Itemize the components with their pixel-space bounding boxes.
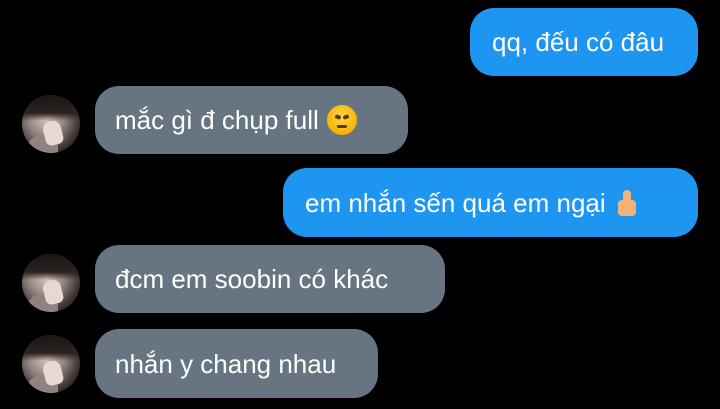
contact-avatar[interactable]: [22, 95, 80, 153]
avatar-hair-shape: [22, 335, 80, 361]
thumbs-up-icon: [614, 188, 644, 218]
incoming-message-bubble[interactable]: mắc gì đ chụp full: [95, 86, 408, 154]
message-text: mắc gì đ chụp full: [115, 105, 319, 135]
incoming-message-bubble[interactable]: nhắn y chang nhau: [95, 329, 378, 398]
incoming-message-bubble[interactable]: đcm em soobin có khác: [95, 245, 445, 313]
contact-avatar[interactable]: [22, 335, 80, 393]
contact-avatar[interactable]: [22, 254, 80, 312]
outgoing-message-bubble[interactable]: em nhắn sến quá em ngại: [283, 168, 698, 237]
avatar-hair-shape: [22, 254, 80, 280]
avatar-hair-shape: [22, 95, 80, 121]
chat-thread: qq, đếu có đâu mắc gì đ chụp full em nhắ…: [0, 0, 720, 409]
message-text: em nhắn sến quá em ngại: [305, 187, 606, 218]
message-text: đcm em soobin có khác: [115, 264, 389, 294]
message-text: nhắn y chang nhau: [115, 348, 337, 379]
message-text: qq, đếu có đâu: [492, 27, 665, 57]
angry-face-icon: [326, 105, 357, 135]
outgoing-message-bubble[interactable]: qq, đếu có đâu: [470, 8, 698, 76]
